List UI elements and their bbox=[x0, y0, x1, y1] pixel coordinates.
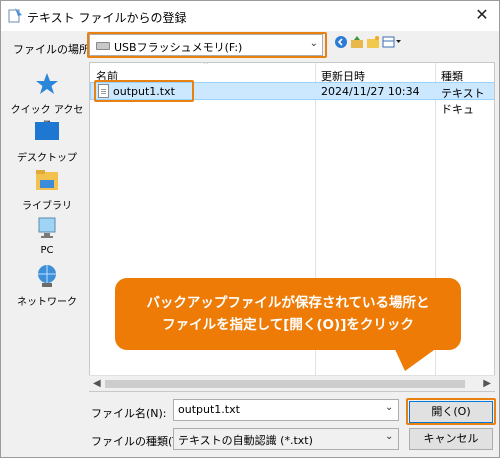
close-button[interactable]: ✕ bbox=[471, 5, 493, 25]
desktop-icon bbox=[34, 119, 60, 145]
new-folder-icon[interactable] bbox=[365, 35, 381, 51]
cancel-button[interactable]: キャンセル bbox=[409, 428, 493, 450]
network-icon bbox=[34, 263, 60, 289]
up-folder-icon[interactable] bbox=[349, 35, 365, 51]
sort-caret-icon: ⌃ bbox=[202, 62, 210, 71]
place-label: ネットワーク bbox=[17, 297, 77, 308]
column-header-type[interactable]: 種類 bbox=[441, 63, 463, 83]
location-highlight-frame bbox=[87, 32, 327, 58]
column-header-modified[interactable]: 更新日時 bbox=[321, 63, 365, 83]
place-label: PC bbox=[40, 245, 54, 256]
callout-line-2: ファイルを指定して[開く(O)]をクリック bbox=[162, 317, 414, 333]
view-menu-icon[interactable] bbox=[381, 35, 403, 51]
file-modified-cell: 2024/11/27 10:34 bbox=[321, 85, 420, 98]
scroll-right-icon[interactable]: ▶ bbox=[483, 378, 491, 389]
app-icon bbox=[7, 7, 23, 23]
title-bar: テキスト ファイルからの登録 ✕ bbox=[1, 1, 499, 31]
filename-input[interactable]: output1.txt bbox=[173, 399, 399, 421]
callout-line-1: バックアップファイルが保存されている場所と bbox=[146, 295, 430, 311]
back-icon[interactable] bbox=[333, 35, 349, 51]
file-type-cell: テキスト ドキュ bbox=[441, 87, 485, 116]
open-highlight-frame bbox=[406, 398, 496, 425]
window-title: テキスト ファイルからの登録 bbox=[27, 11, 187, 25]
scroll-left-icon[interactable]: ◀ bbox=[93, 378, 101, 389]
star-icon bbox=[34, 71, 60, 97]
open-file-dialog: テキスト ファイルからの登録 ✕ ファイルの場所(I): USBフラッシュメモリ… bbox=[0, 0, 500, 458]
chevron-down-icon[interactable]: ⌄ bbox=[385, 402, 393, 413]
instruction-callout: バックアップファイルが保存されている場所と ファイルを指定して[開く(O)]をク… bbox=[115, 278, 461, 350]
scrollbar-thumb[interactable] bbox=[105, 380, 465, 388]
horizontal-scrollbar[interactable]: ◀ ▶ bbox=[89, 375, 495, 391]
library-folder-icon bbox=[34, 167, 60, 193]
place-pc[interactable]: PC bbox=[9, 215, 85, 256]
place-network[interactable]: ネットワーク bbox=[9, 263, 85, 308]
place-label: ライブラリ bbox=[22, 201, 72, 212]
file-highlight-frame bbox=[94, 80, 194, 102]
place-library[interactable]: ライブラリ bbox=[9, 167, 85, 212]
computer-icon bbox=[34, 215, 60, 241]
places-bar: クイック アクセス デスクトップ ライブラリ PC ネットワーク bbox=[9, 61, 85, 391]
filetype-select[interactable]: テキストの自動認識 (*.txt) bbox=[173, 428, 399, 450]
chevron-down-icon[interactable]: ⌄ bbox=[385, 431, 393, 442]
place-desktop[interactable]: デスクトップ bbox=[9, 119, 85, 164]
filename-label: ファイル名(N): bbox=[91, 407, 167, 420]
callout-tail bbox=[393, 345, 441, 371]
place-label: デスクトップ bbox=[17, 153, 77, 164]
